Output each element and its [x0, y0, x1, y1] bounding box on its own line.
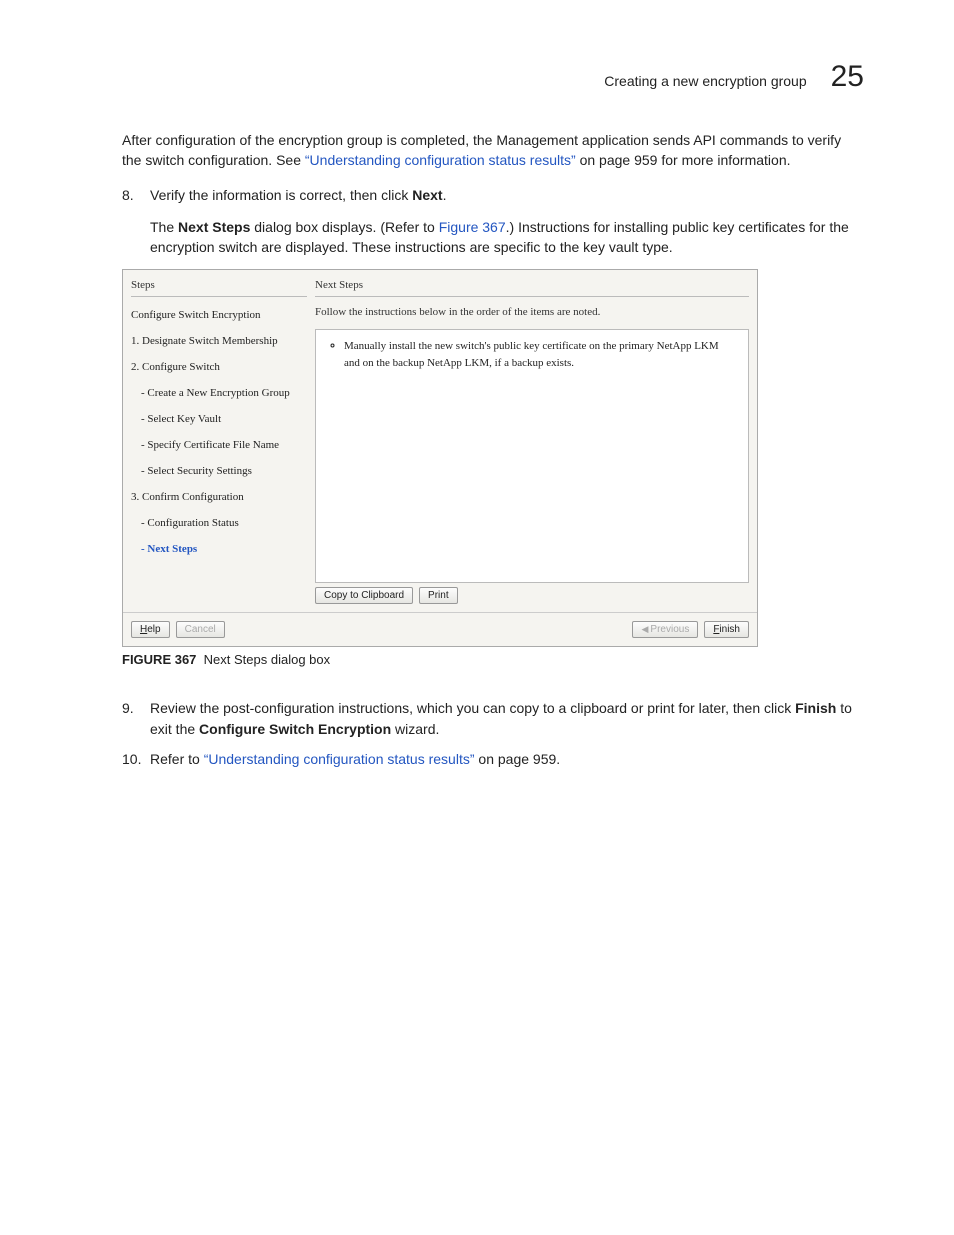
step8-next-bold: Next — [412, 187, 442, 203]
dialog-right-label: Next Steps — [315, 278, 749, 297]
step9-e: wizard. — [391, 721, 439, 737]
help-button[interactable]: Help — [131, 621, 170, 638]
print-button[interactable]: Print — [419, 587, 458, 604]
dialog-instruction: Follow the instructions below in the ord… — [315, 305, 749, 321]
link-config-status-results-1[interactable]: “Understanding configuration status resu… — [305, 152, 576, 168]
wizard-step: - Specify Certificate File Name — [131, 433, 307, 459]
wizard-step: Configure Switch Encryption — [131, 303, 307, 329]
intro-paragraph: After configuration of the encryption gr… — [122, 130, 864, 171]
figure-label: FIGURE 367 — [122, 652, 196, 667]
step8-p2a: The — [150, 219, 178, 235]
header-title: Creating a new encryption group — [604, 73, 806, 89]
step10-a: Refer to — [150, 751, 204, 767]
step8-nextsteps-bold: Next Steps — [178, 219, 250, 235]
intro-text-b: on page 959 for more information. — [576, 152, 791, 168]
dialog-steps-panel: Steps Configure Switch Encryption1. Desi… — [123, 270, 315, 612]
step-number: 9. — [122, 698, 150, 739]
finish-button[interactable]: Finish — [704, 621, 749, 638]
previous-button: ◀Previous — [632, 621, 698, 638]
step9-wizard-bold: Configure Switch Encryption — [199, 721, 391, 737]
wizard-step: - Select Security Settings — [131, 459, 307, 485]
step-8: 8. Verify the information is correct, th… — [122, 185, 864, 689]
step8-text-a: Verify the information is correct, then … — [150, 187, 412, 203]
chevron-left-icon: ◀ — [641, 624, 648, 635]
dialog-bullet: Manually install the new switch's public… — [344, 338, 736, 371]
link-config-status-results-2[interactable]: “Understanding configuration status resu… — [204, 751, 475, 767]
wizard-step-current: - Next Steps — [131, 537, 307, 563]
step9-a: Review the post-configuration instructio… — [150, 700, 795, 716]
step8-text-c: . — [443, 187, 447, 203]
step-10: 10. Refer to “Understanding configuratio… — [122, 749, 864, 769]
wizard-step: - Configuration Status — [131, 511, 307, 537]
dialog-instruction-box: Manually install the new switch's public… — [315, 329, 749, 583]
link-figure-367[interactable]: Figure 367 — [439, 219, 506, 235]
wizard-step: 3. Confirm Configuration — [131, 485, 307, 511]
wizard-step: 1. Designate Switch Membership — [131, 329, 307, 355]
step8-p2c: dialog box displays. (Refer to — [250, 219, 438, 235]
wizard-step: 2. Configure Switch — [131, 355, 307, 381]
step-number: 10. — [122, 749, 150, 769]
figure-caption-text: Next Steps dialog box — [204, 652, 330, 667]
page-header: Creating a new encryption group 25 — [90, 60, 864, 94]
step10-b: on page 959. — [475, 751, 561, 767]
step9-finish-bold: Finish — [795, 700, 836, 716]
dialog-steps-label: Steps — [131, 278, 307, 297]
chapter-number: 25 — [831, 60, 864, 94]
copy-to-clipboard-button[interactable]: Copy to Clipboard — [315, 587, 413, 604]
cancel-button: Cancel — [176, 621, 225, 638]
next-steps-dialog: Steps Configure Switch Encryption1. Desi… — [122, 269, 758, 647]
wizard-step: - Create a New Encryption Group — [131, 381, 307, 407]
figure-caption: FIGURE 367 Next Steps dialog box — [122, 651, 864, 670]
step-9: 9. Review the post-configuration instruc… — [122, 698, 864, 739]
wizard-step: - Select Key Vault — [131, 407, 307, 433]
